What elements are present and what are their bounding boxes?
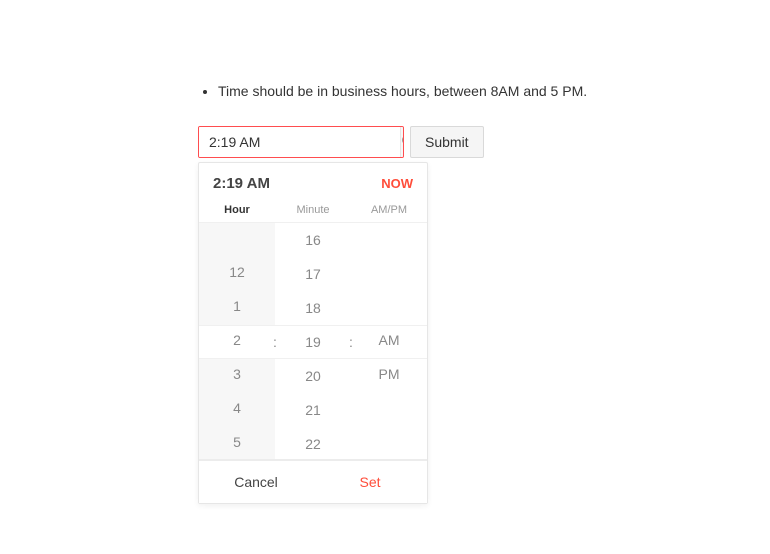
hour-cell[interactable]: 1 xyxy=(199,289,275,323)
ampm-cell xyxy=(351,391,427,425)
clock-icon xyxy=(401,133,404,150)
hour-cell[interactable]: 4 xyxy=(199,391,275,425)
minute-cell[interactable]: 21 xyxy=(275,393,351,427)
picker-actions: Cancel Set xyxy=(199,460,427,503)
ampm-label: AM/PM xyxy=(351,204,427,216)
time-picker-header: 2:19 AM NOW xyxy=(199,163,427,200)
time-input-row: Submit xyxy=(198,126,770,158)
ampm-cell[interactable]: PM xyxy=(351,357,427,391)
submit-button[interactable]: Submit xyxy=(410,126,484,158)
hour-cell[interactable]: 3 xyxy=(199,357,275,391)
clock-icon-button[interactable] xyxy=(400,127,404,157)
ampm-cell[interactable]: AM xyxy=(351,323,427,357)
ampm-cell xyxy=(351,290,427,324)
hour-cell[interactable]: 5 xyxy=(199,425,275,459)
minute-cell[interactable]: 17 xyxy=(275,257,351,291)
time-input-wrap xyxy=(198,126,404,158)
separator-colon-2: : xyxy=(349,325,353,359)
minute-cell[interactable]: 16 xyxy=(275,223,351,257)
cancel-button[interactable]: Cancel xyxy=(199,461,313,503)
picker-display-time: 2:19 AM xyxy=(213,175,270,192)
minute-label: Minute xyxy=(275,204,351,216)
validation-note: Time should be in business hours, betwee… xyxy=(218,82,770,102)
hour-cell xyxy=(199,223,275,255)
minute-cell[interactable]: 18 xyxy=(275,291,351,325)
ampm-cell xyxy=(351,425,427,459)
minute-cell[interactable]: 20 xyxy=(275,359,351,393)
ampm-cell xyxy=(351,256,427,290)
picker-spinner: : : 12 1 2 3 4 5 16 17 18 19 20 21 22 xyxy=(199,222,427,460)
minute-cell[interactable]: 22 xyxy=(275,427,351,461)
picker-column-labels: Hour Minute AM/PM xyxy=(199,200,427,222)
minute-cell[interactable]: 19 xyxy=(275,325,351,359)
time-picker: 2:19 AM NOW Hour Minute AM/PM : : 12 1 2… xyxy=(198,162,428,504)
minute-column[interactable]: 16 17 18 19 20 21 22 xyxy=(275,223,351,459)
hour-cell[interactable]: 2 xyxy=(199,323,275,357)
set-button[interactable]: Set xyxy=(313,461,427,503)
hour-column[interactable]: 12 1 2 3 4 5 xyxy=(199,223,275,459)
time-input[interactable] xyxy=(199,127,400,157)
ampm-cell xyxy=(351,223,427,257)
hour-cell[interactable]: 12 xyxy=(199,255,275,289)
validation-note-text: Time should be in business hours, betwee… xyxy=(218,83,587,99)
separator-colon-1: : xyxy=(273,325,277,359)
ampm-column[interactable]: AM PM xyxy=(351,223,427,459)
hour-label: Hour xyxy=(199,204,275,216)
now-button[interactable]: NOW xyxy=(381,176,413,191)
